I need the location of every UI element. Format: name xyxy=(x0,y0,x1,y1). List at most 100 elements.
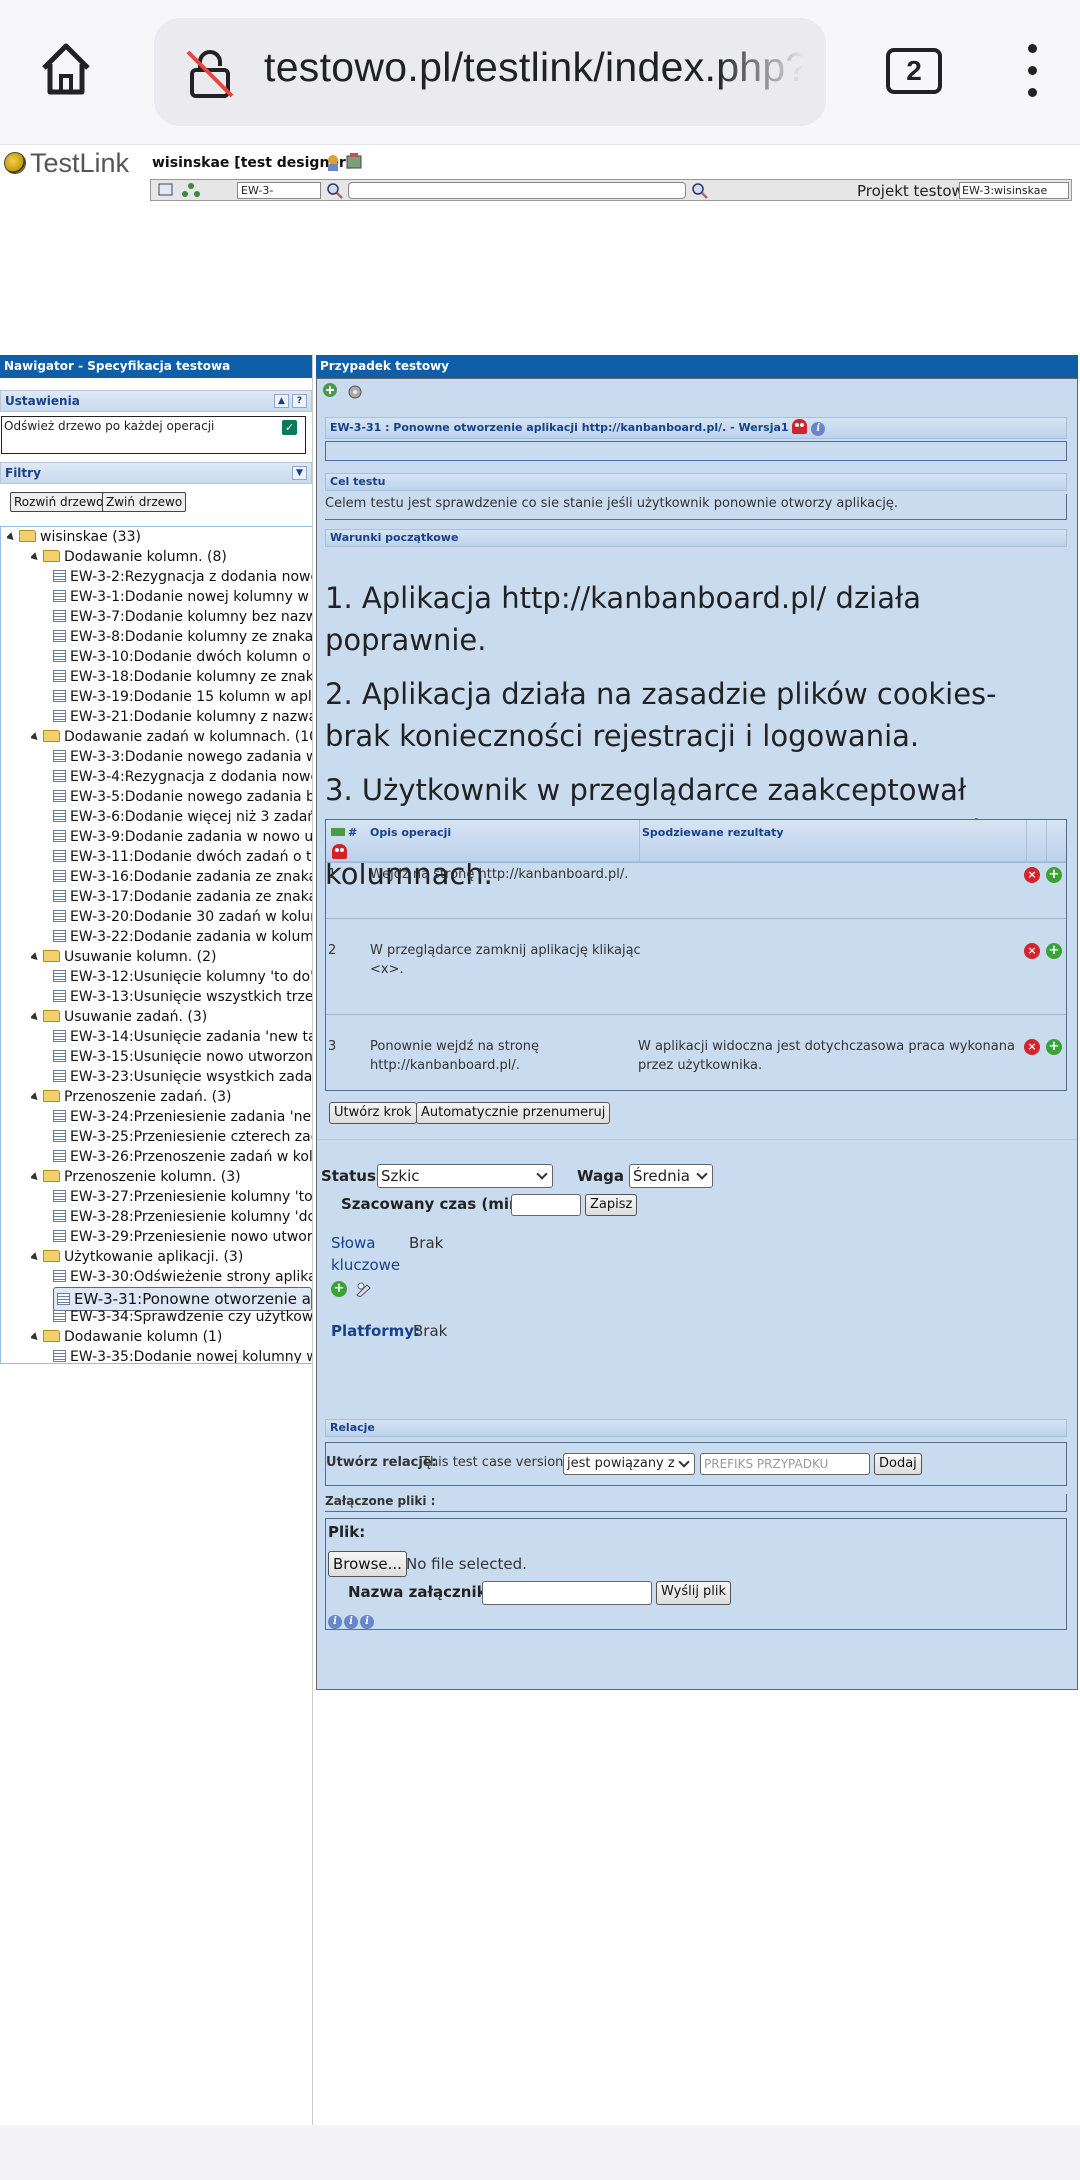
create-step-button[interactable]: Utwórz krok xyxy=(329,1102,417,1124)
expand-arrow-icon[interactable] xyxy=(31,731,41,743)
expand-arrow-icon[interactable] xyxy=(7,531,17,543)
edit-keywords-icon[interactable] xyxy=(355,1281,373,1297)
tree-testcase-item[interactable]: EW-3-7:Dodanie kolumny bez nazwy. xyxy=(53,607,312,627)
expand-arrow-icon[interactable] xyxy=(31,1251,41,1263)
info-icon[interactable]: i xyxy=(360,1615,374,1629)
tree-testcase-item[interactable]: EW-3-17:Dodanie zadania ze znakami xyxy=(53,887,312,907)
testlink-logo[interactable]: TestLink xyxy=(4,148,129,178)
tree-testcase-item[interactable]: EW-3-35:Dodanie nowej kolumny w aplikacj… xyxy=(53,1347,312,1363)
delete-step-icon[interactable]: × xyxy=(1024,943,1040,959)
tree-testcase-item[interactable]: EW-3-18:Dodanie kolumny ze znakami xyxy=(53,667,312,687)
expand-arrow-icon[interactable] xyxy=(31,1171,41,1183)
tree-testcase-item[interactable]: EW-3-21:Dodanie kolumny z nazwą zawieraj… xyxy=(53,707,312,727)
tree-testcase-item[interactable]: EW-3-28:Przeniesienie kolumny 'done' xyxy=(53,1207,312,1227)
filters-header[interactable]: Filtry ▼ xyxy=(0,462,312,484)
tree-testcase-item[interactable]: EW-3-15:Usunięcie nowo utworzonego zadan… xyxy=(53,1047,312,1067)
export-icon[interactable] xyxy=(321,381,369,401)
tree-testcase-item[interactable]: EW-3-5:Dodanie nowego zadania bez nazwy xyxy=(53,787,312,807)
user-tools-icons[interactable] xyxy=(325,151,367,173)
project-select[interactable]: EW-3:wisinskae xyxy=(959,182,1069,199)
step-row[interactable]: 3 Ponownie wejdź na stronę http://kanban… xyxy=(326,1014,1066,1090)
refresh-tree-checkbox[interactable]: ✓ xyxy=(282,420,297,435)
expand-arrow-icon[interactable] xyxy=(31,551,41,563)
tree-testcase-item[interactable]: EW-3-4:Rezygnacja z dodania nowego zadan… xyxy=(53,767,312,787)
status-select[interactable]: Szkic xyxy=(377,1164,553,1188)
delete-step-icon[interactable]: × xyxy=(1024,1039,1040,1055)
search-icon[interactable] xyxy=(326,182,344,199)
tree-testcase-item[interactable]: EW-3-27:Przeniesienie kolumny 'to do' xyxy=(53,1187,312,1207)
settings-header[interactable]: Ustawienia ▲ ? xyxy=(0,390,312,412)
tree-testcase-item[interactable]: EW-3-10:Dodanie dwóch kolumn o tej samej… xyxy=(53,647,312,667)
tree-suite-item[interactable]: Usuwanie kolumn. (2) xyxy=(31,947,312,967)
tree-testcase-item[interactable]: EW-3-13:Usunięcie wszystkich trzech kolu… xyxy=(53,987,312,1007)
tree-testcase-item[interactable]: EW-3-34:Sprawdzenie czy użytkownik xyxy=(53,1307,312,1327)
address-bar[interactable]: testowo.pl/testlink/index.php?e xyxy=(154,18,826,126)
tree-testcase-item[interactable]: EW-3-30:Odświeżenie strony aplikacji xyxy=(53,1267,312,1287)
help-icon[interactable]: ? xyxy=(292,394,307,408)
tree-testcase-item[interactable]: EW-3-1:Dodanie nowej kolumny w aplikacji xyxy=(53,587,312,607)
attachment-name-input[interactable] xyxy=(482,1581,652,1605)
desktop-icon[interactable] xyxy=(157,182,207,198)
reorder-icon[interactable] xyxy=(330,826,346,838)
tree-testcase-item[interactable]: EW-3-8:Dodanie kolumny ze znakami specja… xyxy=(53,627,312,647)
overflow-menu-icon[interactable] xyxy=(1020,44,1044,100)
tree-suite-item[interactable]: Dodawanie kolumn (1) xyxy=(31,1327,312,1347)
testcase-prefix-input[interactable]: PREFIKS PRZYPADKU xyxy=(700,1453,870,1475)
add-step-icon[interactable]: + xyxy=(1046,867,1062,883)
step-row[interactable]: 1 Wejdź na stronę http://kanbanboard.pl/… xyxy=(326,862,1066,918)
add-step-icon[interactable]: + xyxy=(1046,1039,1062,1055)
home-icon[interactable] xyxy=(36,38,96,98)
tree-testcase-item[interactable]: EW-3-2:Rezygnacja z dodania nowej kolumn… xyxy=(53,567,312,587)
tree-testcase-item[interactable]: EW-3-19:Dodanie 15 kolumn w aplikacji xyxy=(53,687,312,707)
tree-suite-item[interactable]: Usuwanie zadań. (3) xyxy=(31,1007,312,1027)
add-relation-button[interactable]: Dodaj xyxy=(874,1453,922,1475)
info-icon[interactable]: i xyxy=(344,1615,358,1629)
collapse-tree-button[interactable]: Zwiń drzewo xyxy=(102,492,187,512)
tree-suite-item[interactable]: Dodawanie kolumn. (8) xyxy=(31,547,312,567)
tree-testcase-item[interactable]: EW-3-14:Usunięcie zadania 'new task' xyxy=(53,1027,312,1047)
tree-suite-item[interactable]: Użytkowanie aplikacji. (3) xyxy=(31,1247,312,1267)
tree-testcase-item[interactable]: EW-3-24:Przeniesienie zadania 'new task' xyxy=(53,1107,312,1127)
ghost-icon[interactable] xyxy=(792,419,808,434)
info-icon[interactable]: i xyxy=(328,1615,342,1629)
delete-step-icon[interactable]: × xyxy=(1024,867,1040,883)
tree-testcase-item[interactable]: EW-3-6:Dodanie więcej niż 3 zadań w kolu… xyxy=(53,807,312,827)
upload-file-button[interactable]: Wyślij plik xyxy=(656,1581,732,1605)
save-button[interactable]: Zapisz xyxy=(585,1194,638,1216)
chevron-down-icon[interactable]: ▼ xyxy=(292,466,307,480)
tree-testcase-item[interactable]: EW-3-9:Dodanie zadania w nowo utworzonej xyxy=(53,827,312,847)
search-icon[interactable] xyxy=(691,182,709,199)
expand-arrow-icon[interactable] xyxy=(31,951,41,963)
tree-testcase-item[interactable]: EW-3-20:Dodanie 30 zadań w kolumnie xyxy=(53,907,312,927)
step-row[interactable]: 2 W przeglądarce zamknij aplikację klika… xyxy=(326,918,1066,1014)
tree-testcase-item[interactable]: EW-3-26:Przenoszenie zadań w kolumnach xyxy=(53,1147,312,1167)
tree-testcase-item[interactable]: EW-3-16:Dodanie zadania ze znakami xyxy=(53,867,312,887)
priority-select[interactable]: Średnia xyxy=(629,1164,713,1188)
tree-testcase-item[interactable]: EW-3-12:Usunięcie kolumny 'to do'. xyxy=(53,967,312,987)
add-keyword-icon[interactable]: + xyxy=(331,1281,347,1297)
tree-suite-item[interactable]: Przenoszenie zadań. (3) xyxy=(31,1087,312,1107)
search-text-input[interactable] xyxy=(348,182,686,199)
collapse-up-icon[interactable]: ▲ xyxy=(274,394,289,408)
ghost-icon[interactable] xyxy=(332,844,347,859)
tree-testcase-item[interactable]: EW-3-25:Przeniesienie czterech zadań xyxy=(53,1127,312,1147)
expand-arrow-icon[interactable] xyxy=(31,1091,41,1103)
relation-type-select[interactable]: jest powiązany z xyxy=(563,1453,695,1475)
estimated-time-input[interactable] xyxy=(511,1194,581,1216)
tree-suite-item[interactable]: Przenoszenie kolumn. (3) xyxy=(31,1167,312,1187)
tree-testcase-item[interactable]: EW-3-22:Dodanie zadania w kolumnie xyxy=(53,927,312,947)
tree-testcase-item[interactable]: EW-3-11:Dodanie dwóch zadań o tej samej xyxy=(53,847,312,867)
tree-testcase-item[interactable]: EW-3-29:Przeniesienie nowo utworzonej xyxy=(53,1227,312,1247)
add-step-icon[interactable]: + xyxy=(1046,943,1062,959)
expand-arrow-icon[interactable] xyxy=(31,1331,41,1343)
tree-testcase-item[interactable]: EW-3-3:Dodanie nowego zadania w kolumnie xyxy=(53,747,312,767)
info-icon[interactable]: i xyxy=(811,422,826,436)
insecure-lock-icon[interactable] xyxy=(184,48,236,100)
tree-root-item[interactable]: wisinskae (33) xyxy=(7,527,312,547)
expand-tree-button[interactable]: Rozwiń drzewo xyxy=(10,492,108,512)
tree-testcase-item[interactable]: EW-3-23:Usunięcie wsystkich zadań z kolu… xyxy=(53,1067,312,1087)
expand-arrow-icon[interactable] xyxy=(31,1011,41,1023)
tree-suite-item[interactable]: Dodawanie zadań w kolumnach. (10) xyxy=(31,727,312,747)
browse-button[interactable]: Browse... xyxy=(328,1551,407,1577)
tab-switcher-button[interactable]: 2 xyxy=(886,48,942,94)
